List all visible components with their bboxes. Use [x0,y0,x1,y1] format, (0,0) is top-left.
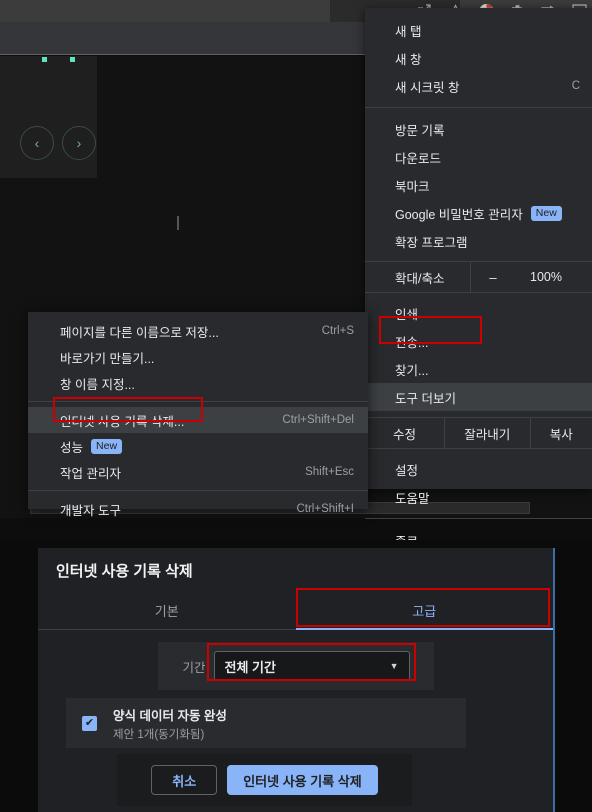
dialog-actions: 취소 인터넷 사용 기록 삭제 [117,754,412,806]
submenu-item-label: 개발자 도구 [60,503,121,518]
dialog-title: 인터넷 사용 기록 삭제 [56,562,193,580]
submenu-item-task-manager[interactable]: 작업 관리자 Shift+Esc [28,459,368,485]
menu-item-new-incognito-window[interactable]: 새 시크릿 창 C [365,72,592,100]
menu-item-new-tab[interactable]: 새 탭 [365,16,592,44]
time-range-row: 기간 전체 기간 ▼ [158,642,434,690]
autofill-subtitle: 제안 1개(동기화됨) [113,728,205,741]
dialog-body: 기간 전체 기간 ▼ ✔ 양식 데이터 자동 완성 제안 1개(동기화됨) 취소… [38,642,553,806]
chrome-main-menu[interactable]: 새 탭 새 창 새 시크릿 창 C 방문 기록 다운로드 북마크 Google … [365,8,592,549]
autofill-checkbox[interactable]: ✔ [82,715,97,731]
menu-separator [365,107,592,108]
submenu-separator [28,490,368,491]
menu-separator [365,518,592,519]
tab-active-underline [295,628,553,630]
submenu-separator [28,401,368,402]
menu-item-print[interactable]: 인쇄 [365,299,592,327]
submenu-item-save-page-as[interactable]: 페이지를 다른 이름으로 저장... Ctrl+S [28,318,368,344]
menu-item-cast[interactable]: 전송... [365,327,592,355]
menu-item-label: 새 창 [395,52,422,67]
carousel-prev-icon[interactable]: ‹ [20,126,54,160]
zoom-label: 확대/축소 [395,271,445,286]
menu-item-label: 설정 [395,463,419,478]
menu-item-label: 북마크 [395,179,430,194]
tab-basic[interactable]: 기본 [38,592,296,629]
new-badge: New [530,205,562,221]
zoom-value: 100% [530,270,562,284]
menu-item-label: Google 비밀번호 관리자 [395,207,523,222]
menu-item-label: 새 시크릿 창 [395,80,460,95]
menu-item-password-manager[interactable]: Google 비밀번호 관리자 New [365,199,592,227]
tab-advanced[interactable]: 고급 [296,592,554,629]
menu-item-history[interactable]: 방문 기록 [365,115,592,143]
autofill-title: 양식 데이터 자동 완성 [113,708,227,723]
time-range-select[interactable]: 전체 기간 ▼ [213,651,410,681]
submenu-item-accel: Ctrl+Shift+Del [282,414,354,426]
zoom-out-button[interactable]: – [471,270,515,285]
submenu-item-name-window[interactable]: 창 이름 지정... [28,370,368,396]
menu-item-label: 도구 더보기 [395,391,456,406]
submenu-item-create-shortcut[interactable]: 바로가기 만들기... [28,344,368,370]
time-range-value: 전체 기간 [224,659,276,675]
corner-mark-left [42,57,47,62]
screen-root: ‹ › 새 탭 새 창 새 시크릿 창 C 방문 기록 다운로드 북마크 Goo… [0,0,592,812]
submenu-item-accel: Ctrl+S [321,325,354,337]
menu-zoom-row: 확대/축소 – 100% [365,261,592,293]
time-range-label: 기간 [182,660,206,675]
submenu-item-label: 인터넷 사용 기록 삭제... [60,414,185,429]
menu-item-bookmarks[interactable]: 북마크 [365,171,592,199]
autofill-text: 양식 데이터 자동 완성 제안 1개(동기화됨) [113,705,227,742]
corner-mark-right [70,57,75,62]
chevron-down-icon: ▼ [389,661,399,671]
menu-item-settings[interactable]: 설정 [365,455,592,483]
clear-browsing-data-dialog: 인터넷 사용 기록 삭제 기본 고급 기간 전체 기간 ▼ ✔ 양식 데이터 자… [38,548,555,812]
menu-edit-row: 수정 잘라내기 복사 [365,417,592,449]
menu-item-label: 찾기... [395,363,429,378]
clear-data-button[interactable]: 인터넷 사용 기록 삭제 [227,765,378,795]
submenu-item-developer-tools[interactable]: 개발자 도구 Ctrl+Shift+I [28,496,368,522]
menu-item-find[interactable]: 찾기... [365,355,592,383]
dialog-tabs: 기본 고급 [38,592,553,630]
carousel-nav: ‹ › [20,126,96,160]
menu-item-label: 확장 프로그램 [395,235,468,250]
submenu-item-accel: Ctrl+Shift+I [296,503,354,515]
edit-label: 수정 [392,427,416,442]
new-badge: New [91,438,123,454]
menu-item-new-window[interactable]: 새 창 [365,44,592,72]
menu-item-label: 새 탭 [395,24,422,39]
menu-item-accel: C [571,80,580,92]
text-caret [177,216,179,230]
edit-cut-button[interactable]: 잘라내기 [445,424,530,443]
submenu-item-label: 작업 관리자 [60,466,121,481]
edit-copy-button[interactable]: 복사 [531,424,592,443]
menu-item-extensions[interactable]: 확장 프로그램 [365,227,592,255]
menu-item-help[interactable]: 도움말 [365,483,592,511]
menu-item-downloads[interactable]: 다운로드 [365,143,592,171]
submenu-item-label: 바로가기 만들기... [60,351,155,366]
menu-item-label: 인쇄 [395,307,419,322]
page-card: ‹ › [0,56,97,178]
submenu-item-clear-browsing-data[interactable]: 인터넷 사용 기록 삭제... Ctrl+Shift+Del [28,407,368,433]
menu-item-more-tools[interactable]: 도구 더보기 [365,383,592,411]
menu-item-label: 다운로드 [395,151,442,166]
cancel-button[interactable]: 취소 [151,765,218,795]
dialog-right-edge [553,548,555,812]
autofill-form-data-row[interactable]: ✔ 양식 데이터 자동 완성 제안 1개(동기화됨) [66,698,466,748]
more-tools-submenu[interactable]: 페이지를 다른 이름으로 저장... Ctrl+S 바로가기 만들기... 창 … [28,312,368,518]
menu-item-label: 방문 기록 [395,123,445,138]
submenu-item-label: 성능 [60,440,84,455]
menu-item-label: 전송... [395,335,429,350]
submenu-item-accel: Shift+Esc [305,466,354,478]
menu-item-label: 도움말 [395,491,430,506]
submenu-item-label: 페이지를 다른 이름으로 저장... [60,325,219,340]
submenu-item-performance[interactable]: 성능 New [28,433,368,459]
submenu-item-label: 창 이름 지정... [60,377,135,392]
carousel-next-icon[interactable]: › [62,126,96,160]
